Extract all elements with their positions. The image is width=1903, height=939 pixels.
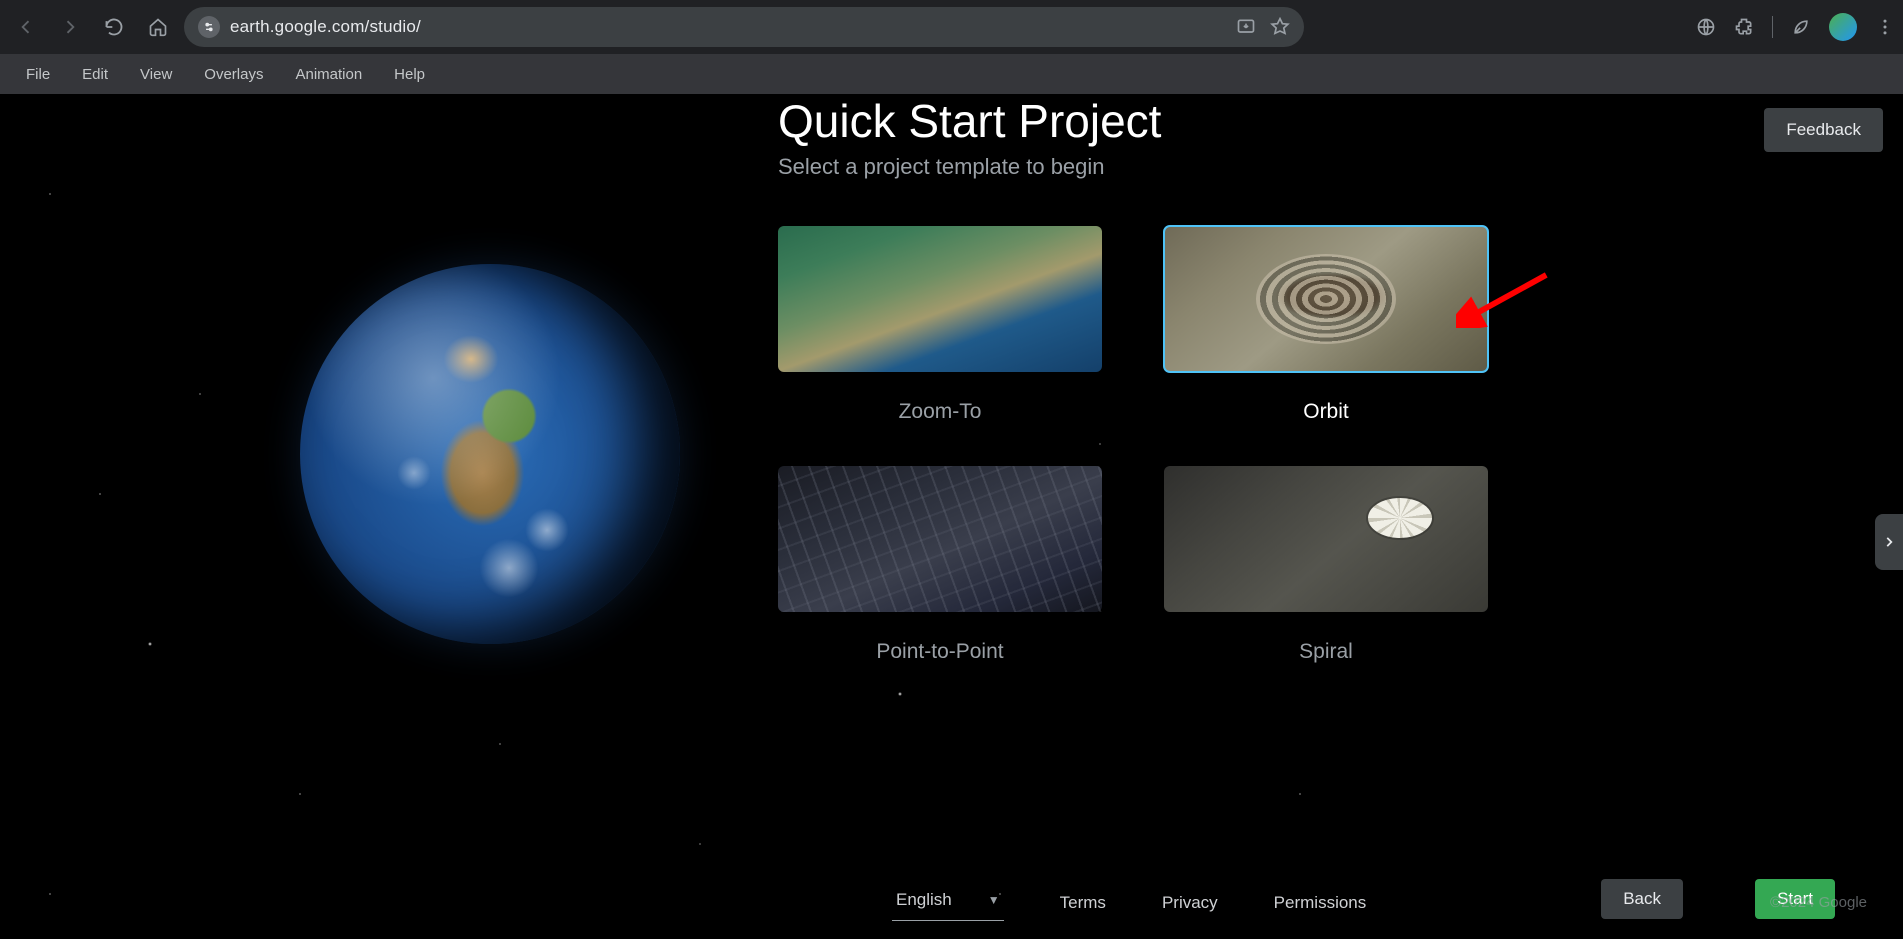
template-grid: Zoom-To Orbit Point-to-Point Spiral (778, 226, 1488, 664)
footer-link-privacy[interactable]: Privacy (1162, 893, 1218, 913)
address-bar[interactable]: earth.google.com/studio/ (184, 7, 1304, 47)
template-orbit-thumb (1164, 226, 1488, 372)
menu-edit[interactable]: Edit (66, 54, 124, 94)
template-zoom-to-thumb (778, 226, 1102, 372)
profile-avatar[interactable] (1829, 13, 1857, 41)
side-panel-toggle[interactable] (1875, 514, 1903, 570)
template-orbit[interactable]: Orbit (1164, 226, 1488, 424)
menu-animation[interactable]: Animation (279, 54, 378, 94)
language-value: English (896, 890, 952, 910)
url-text: earth.google.com/studio/ (230, 17, 421, 37)
quick-start-panel: Quick Start Project Select a project tem… (778, 94, 1558, 180)
menu-help[interactable]: Help (378, 54, 441, 94)
site-settings-icon[interactable] (198, 16, 220, 38)
forward-icon[interactable] (52, 9, 88, 45)
app-menubar: File Edit View Overlays Animation Help (0, 54, 1903, 94)
template-label: Spiral (1164, 640, 1488, 664)
globe-icon[interactable] (1696, 17, 1716, 37)
template-ptp-thumb (778, 466, 1102, 612)
browser-toolbar: earth.google.com/studio/ (0, 0, 1903, 54)
panel-title: Quick Start Project (778, 94, 1558, 148)
template-label: Orbit (1164, 400, 1488, 424)
footer-link-permissions[interactable]: Permissions (1274, 893, 1367, 913)
menu-view[interactable]: View (124, 54, 188, 94)
install-app-icon[interactable] (1236, 17, 1256, 37)
template-point-to-point[interactable]: Point-to-Point (778, 466, 1102, 664)
template-label: Zoom-To (778, 400, 1102, 424)
feedback-button[interactable]: Feedback (1764, 108, 1883, 152)
back-button[interactable]: Back (1601, 879, 1683, 919)
template-label: Point-to-Point (778, 640, 1102, 664)
separator (1772, 16, 1773, 38)
kebab-menu-icon[interactable] (1875, 17, 1895, 37)
home-icon[interactable] (140, 9, 176, 45)
menu-overlays[interactable]: Overlays (188, 54, 279, 94)
earth-globe[interactable] (300, 264, 680, 644)
language-selector[interactable]: English ▼ (892, 884, 1004, 921)
footer-link-terms[interactable]: Terms (1060, 893, 1106, 913)
extensions-icon[interactable] (1734, 17, 1754, 37)
copyright-text: ©2024 Google (1770, 894, 1867, 911)
template-spiral[interactable]: Spiral (1164, 466, 1488, 664)
caret-down-icon: ▼ (988, 893, 1000, 907)
footer: English ▼ Terms Privacy Permissions (892, 884, 1366, 921)
leaf-icon[interactable] (1791, 17, 1811, 37)
reload-icon[interactable] (96, 9, 132, 45)
panel-subtitle: Select a project template to begin (778, 154, 1558, 180)
earth-viewport: Quick Start Project Select a project tem… (0, 94, 1903, 939)
template-spiral-thumb (1164, 466, 1488, 612)
bookmark-star-icon[interactable] (1270, 17, 1290, 37)
menu-file[interactable]: File (10, 54, 66, 94)
template-zoom-to[interactable]: Zoom-To (778, 226, 1102, 424)
back-icon[interactable] (8, 9, 44, 45)
